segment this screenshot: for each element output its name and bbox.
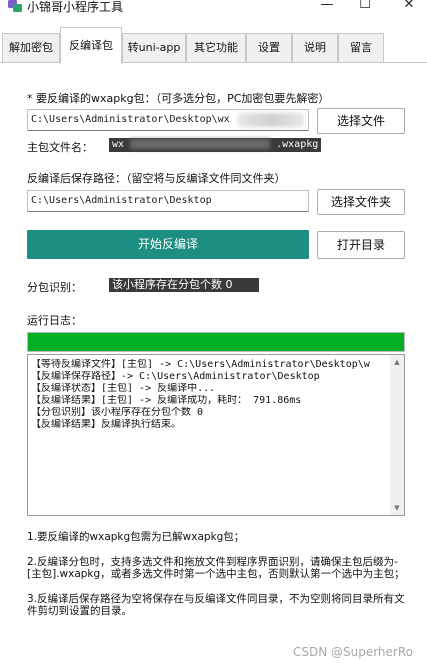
log-label: 运行日志：	[27, 314, 82, 327]
package-path-input[interactable]: C:\Users\Administrator\Desktop\wx	[27, 109, 309, 131]
scroll-down-arrow-icon[interactable]: ▼	[390, 501, 404, 515]
log-line: 【反编译保存路径】-> C:\Users\Administrator\Deskt…	[31, 371, 320, 382]
start-decompile-button[interactable]: 开始反编译	[27, 230, 309, 259]
tab-decompile[interactable]: 反编译包	[60, 27, 122, 64]
open-directory-button[interactable]: 打开目录	[317, 231, 405, 259]
tab-help[interactable]: 说明	[292, 33, 338, 63]
log-line: 【等待反编译文件】[主包] -> C:\Users\Administrator\…	[31, 359, 370, 370]
log-line: 【反编译结果】[主包] -> 反编译成功，耗时： 791.86ms	[31, 395, 302, 406]
log-textarea[interactable]: 【等待反编译文件】[主包] -> C:\Users\Administrator\…	[27, 354, 405, 516]
close-button[interactable]: ✕	[394, 0, 424, 13]
package-label: * 要反编译的wxapkg包：（可多选分包，PC加密包要先解密）	[27, 92, 330, 105]
note-item: 1.要反编译的wxapkg包需为已解wxapkg包；	[27, 531, 245, 543]
output-path-label: 反编译后保存路径：（留空将与反编译文件同文件夹）	[27, 172, 286, 185]
watermark: CSDN @SuperherRo	[292, 645, 413, 659]
main-package-label: 主包文件名：	[27, 141, 93, 154]
title-bar: 小锦哥小程序工具 — ☐ ✕	[0, 0, 427, 16]
redacted-blur	[238, 113, 304, 127]
subpackage-value: 该小程序存在分包个数 0	[109, 278, 259, 292]
output-path-text: C:\Users\Administrator\Desktop	[31, 195, 212, 206]
select-folder-button[interactable]: 选择文件夹	[317, 189, 405, 215]
subpackage-label: 分包识别：	[27, 281, 82, 294]
note-item: 2.反编译分包时，支持多选文件和拖放文件到程序界面识别，请确保主包后缀为-[主包…	[27, 556, 405, 580]
maximize-button[interactable]: ☐	[350, 0, 380, 13]
output-path-input[interactable]: C:\Users\Administrator\Desktop	[27, 190, 309, 212]
note-item: 3.反编译后保存路径为空将保存在与反编译文件同目录，不为空则将同目录所有文件剪切…	[27, 593, 405, 617]
app-logo-icon	[8, 0, 22, 12]
tab-other[interactable]: 其它功能	[186, 33, 246, 63]
tab-settings[interactable]: 设置	[246, 33, 292, 63]
select-file-button[interactable]: 选择文件	[317, 108, 405, 134]
progress-bar	[27, 332, 405, 352]
log-line: 【分包识别】该小程序存在分包个数 0	[31, 407, 204, 418]
usage-notes: 1.要反编译的wxapkg包需为已解wxapkg包； 2.反编译分包时，支持多选…	[27, 531, 409, 630]
log-line: 【反编译状态】[主包] -> 反编译中...	[31, 383, 216, 394]
scroll-up-arrow-icon[interactable]: ▲	[390, 355, 404, 369]
main-package-value: wx .wxapkg	[109, 138, 321, 152]
window-title: 小锦哥小程序工具	[27, 0, 124, 14]
tab-uniapp[interactable]: 转uni-app	[122, 33, 186, 63]
tab-decrypt[interactable]: 解加密包	[2, 33, 60, 63]
progress-fill	[28, 333, 404, 351]
main-package-prefix: wx	[112, 139, 125, 150]
redacted-blur	[130, 139, 271, 149]
minimize-button[interactable]: —	[312, 0, 342, 13]
package-path-text: C:\Users\Administrator\Desktop\wx	[31, 114, 230, 125]
log-scrollbar[interactable]: ▲ ▼	[390, 355, 404, 515]
log-line: 【反编译结果】反编译执行结束。	[31, 419, 181, 430]
main-package-suffix: .wxapkg	[276, 139, 319, 150]
tab-bar: 解加密包 反编译包 转uni-app 其它功能 设置 说明 留言	[0, 27, 427, 64]
log-lines: 【等待反编译文件】[主包] -> C:\Users\Administrator\…	[31, 359, 391, 431]
tab-message[interactable]: 留言	[338, 33, 384, 63]
